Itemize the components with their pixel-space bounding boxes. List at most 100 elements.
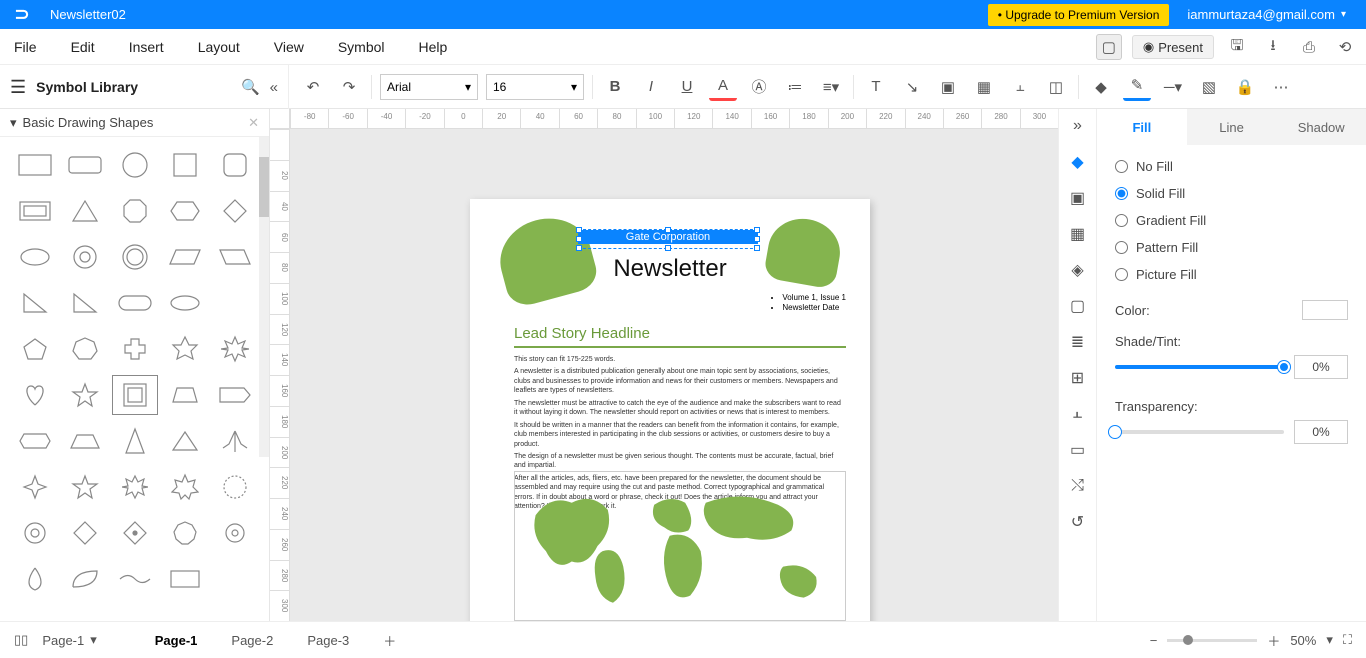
- shape-decagon[interactable]: [162, 513, 208, 553]
- shapes-category-header[interactable]: ▾ Basic Drawing Shapes ✕: [0, 109, 269, 137]
- tab-fill[interactable]: Fill: [1097, 109, 1187, 145]
- page-canvas[interactable]: Gate Corporation Newsletter Volume 1, Is…: [470, 199, 870, 621]
- color-picker[interactable]: [1302, 300, 1348, 320]
- shadow-toggle-icon[interactable]: ▧: [1195, 73, 1223, 101]
- download-icon[interactable]: ⭳: [1260, 34, 1286, 60]
- upgrade-button[interactable]: • Upgrade to Premium Version: [988, 4, 1170, 26]
- shape-capsule[interactable]: [112, 283, 158, 323]
- page-tab-2[interactable]: Page-2: [221, 629, 283, 652]
- expand-panel-icon[interactable]: »: [1067, 115, 1089, 137]
- zoom-slider[interactable]: [1167, 639, 1257, 642]
- shape-rounded-square[interactable]: [212, 145, 258, 185]
- fill-tool-icon[interactable]: ◆: [1067, 151, 1089, 173]
- resize-handle[interactable]: [576, 245, 582, 251]
- shape-leaf[interactable]: [62, 559, 108, 599]
- history-tool-icon[interactable]: ↺: [1067, 511, 1089, 533]
- shade-value[interactable]: 0%: [1294, 355, 1348, 379]
- align-tool-icon[interactable]: ⫠: [1067, 403, 1089, 425]
- resize-handle[interactable]: [665, 227, 671, 233]
- bold-icon[interactable]: B: [601, 73, 629, 101]
- shape-ellipse2[interactable]: [162, 283, 208, 323]
- italic-icon[interactable]: I: [637, 73, 665, 101]
- shape-trapezoid[interactable]: [162, 375, 208, 415]
- font-select[interactable]: Arial▾: [380, 74, 478, 100]
- menu-help[interactable]: Help: [415, 33, 452, 61]
- shape-frame[interactable]: [12, 191, 58, 231]
- table-icon[interactable]: ▦: [970, 73, 998, 101]
- shape-double-circle[interactable]: [112, 237, 158, 277]
- shape-gear[interactable]: [12, 513, 58, 553]
- image-insert-icon[interactable]: ▣: [934, 73, 962, 101]
- page-tab-1[interactable]: Page-1: [145, 629, 208, 652]
- add-page-button[interactable]: ＋: [373, 627, 406, 654]
- tab-line[interactable]: Line: [1187, 109, 1277, 145]
- canvas[interactable]: -80-60-40-200204060801001201401601802002…: [270, 109, 1058, 621]
- zoom-out-icon[interactable]: −: [1150, 633, 1158, 648]
- page-selector[interactable]: Page-1▾: [42, 632, 96, 648]
- page-tab-3[interactable]: Page-3: [297, 629, 359, 652]
- bullet-list-icon[interactable]: ≔: [781, 73, 809, 101]
- shape-star5b[interactable]: [62, 467, 108, 507]
- shape-blank[interactable]: [212, 283, 258, 323]
- shape-rounded-rect[interactable]: [62, 145, 108, 185]
- underline-icon[interactable]: U: [673, 73, 701, 101]
- newsletter-title[interactable]: Newsletter: [470, 255, 870, 283]
- highlight-icon[interactable]: Ⓐ: [745, 73, 773, 101]
- lock-icon[interactable]: 🔒: [1231, 73, 1259, 101]
- radio-pattern-fill[interactable]: Pattern Fill: [1115, 240, 1348, 255]
- shape-drop[interactable]: [12, 559, 58, 599]
- shape-diamond2[interactable]: [62, 513, 108, 553]
- shape-right-triangle[interactable]: [12, 283, 58, 323]
- shape-donut[interactable]: [62, 237, 108, 277]
- shape-pentagon[interactable]: [12, 329, 58, 369]
- shape-star6b[interactable]: [112, 467, 158, 507]
- shape-rectangle[interactable]: [12, 145, 58, 185]
- image-tool-icon[interactable]: ⊞: [1067, 367, 1089, 389]
- shape-ellipse[interactable]: [12, 237, 58, 277]
- redo-icon[interactable]: ↷: [335, 73, 363, 101]
- app-logo[interactable]: ⊃: [0, 0, 44, 29]
- grid-tool-icon[interactable]: ▦: [1067, 223, 1089, 245]
- menu-layout[interactable]: Layout: [194, 33, 244, 61]
- layers-tool-icon[interactable]: ◈: [1067, 259, 1089, 281]
- shape-arrow3[interactable]: [212, 421, 258, 461]
- shape-tall-triangle[interactable]: [112, 421, 158, 461]
- slideshow-tool-icon[interactable]: ▢: [1067, 295, 1089, 317]
- transparency-slider[interactable]: [1115, 430, 1284, 434]
- shape-star6[interactable]: [162, 329, 208, 369]
- resize-handle[interactable]: [754, 227, 760, 233]
- line-color-icon[interactable]: ✎: [1123, 73, 1151, 101]
- print-icon[interactable]: ⎙: [1296, 34, 1322, 60]
- shape-parallelogram[interactable]: [162, 237, 208, 277]
- shape-right-triangle2[interactable]: [62, 283, 108, 323]
- shape-parallelogram2[interactable]: [212, 237, 258, 277]
- shape-wave[interactable]: [112, 559, 158, 599]
- search-icon[interactable]: 🔍: [241, 78, 260, 96]
- scrollbar[interactable]: [259, 137, 269, 457]
- shape-rect2[interactable]: [162, 559, 208, 599]
- shape-heart[interactable]: [12, 375, 58, 415]
- resize-handle[interactable]: [754, 236, 760, 242]
- style-tool-icon[interactable]: ▣: [1067, 187, 1089, 209]
- share-icon[interactable]: ⟲: [1332, 34, 1358, 60]
- shape-star8[interactable]: [212, 329, 258, 369]
- shape-display[interactable]: [12, 421, 58, 461]
- distribute-icon[interactable]: ◫: [1042, 73, 1070, 101]
- menu-edit[interactable]: Edit: [67, 33, 99, 61]
- shape-heptagon[interactable]: [62, 329, 108, 369]
- radio-no-fill[interactable]: No Fill: [1115, 159, 1348, 174]
- resize-handle[interactable]: [576, 236, 582, 242]
- zoom-in-icon[interactable]: ＋: [1267, 631, 1280, 650]
- shuffle-tool-icon[interactable]: ⤭: [1067, 475, 1089, 497]
- shade-slider[interactable]: [1115, 365, 1284, 369]
- radio-picture-fill[interactable]: Picture Fill: [1115, 267, 1348, 282]
- shape-square[interactable]: [162, 145, 208, 185]
- align-objects-icon[interactable]: ⫠: [1006, 73, 1034, 101]
- shape-star5[interactable]: [62, 375, 108, 415]
- align-text-icon[interactable]: ≡▾: [817, 73, 845, 101]
- shape-plus[interactable]: [112, 329, 158, 369]
- resize-handle[interactable]: [576, 227, 582, 233]
- shape-hexagon[interactable]: [162, 191, 208, 231]
- undo-icon[interactable]: ↶: [299, 73, 327, 101]
- text-tool-icon[interactable]: T: [862, 73, 890, 101]
